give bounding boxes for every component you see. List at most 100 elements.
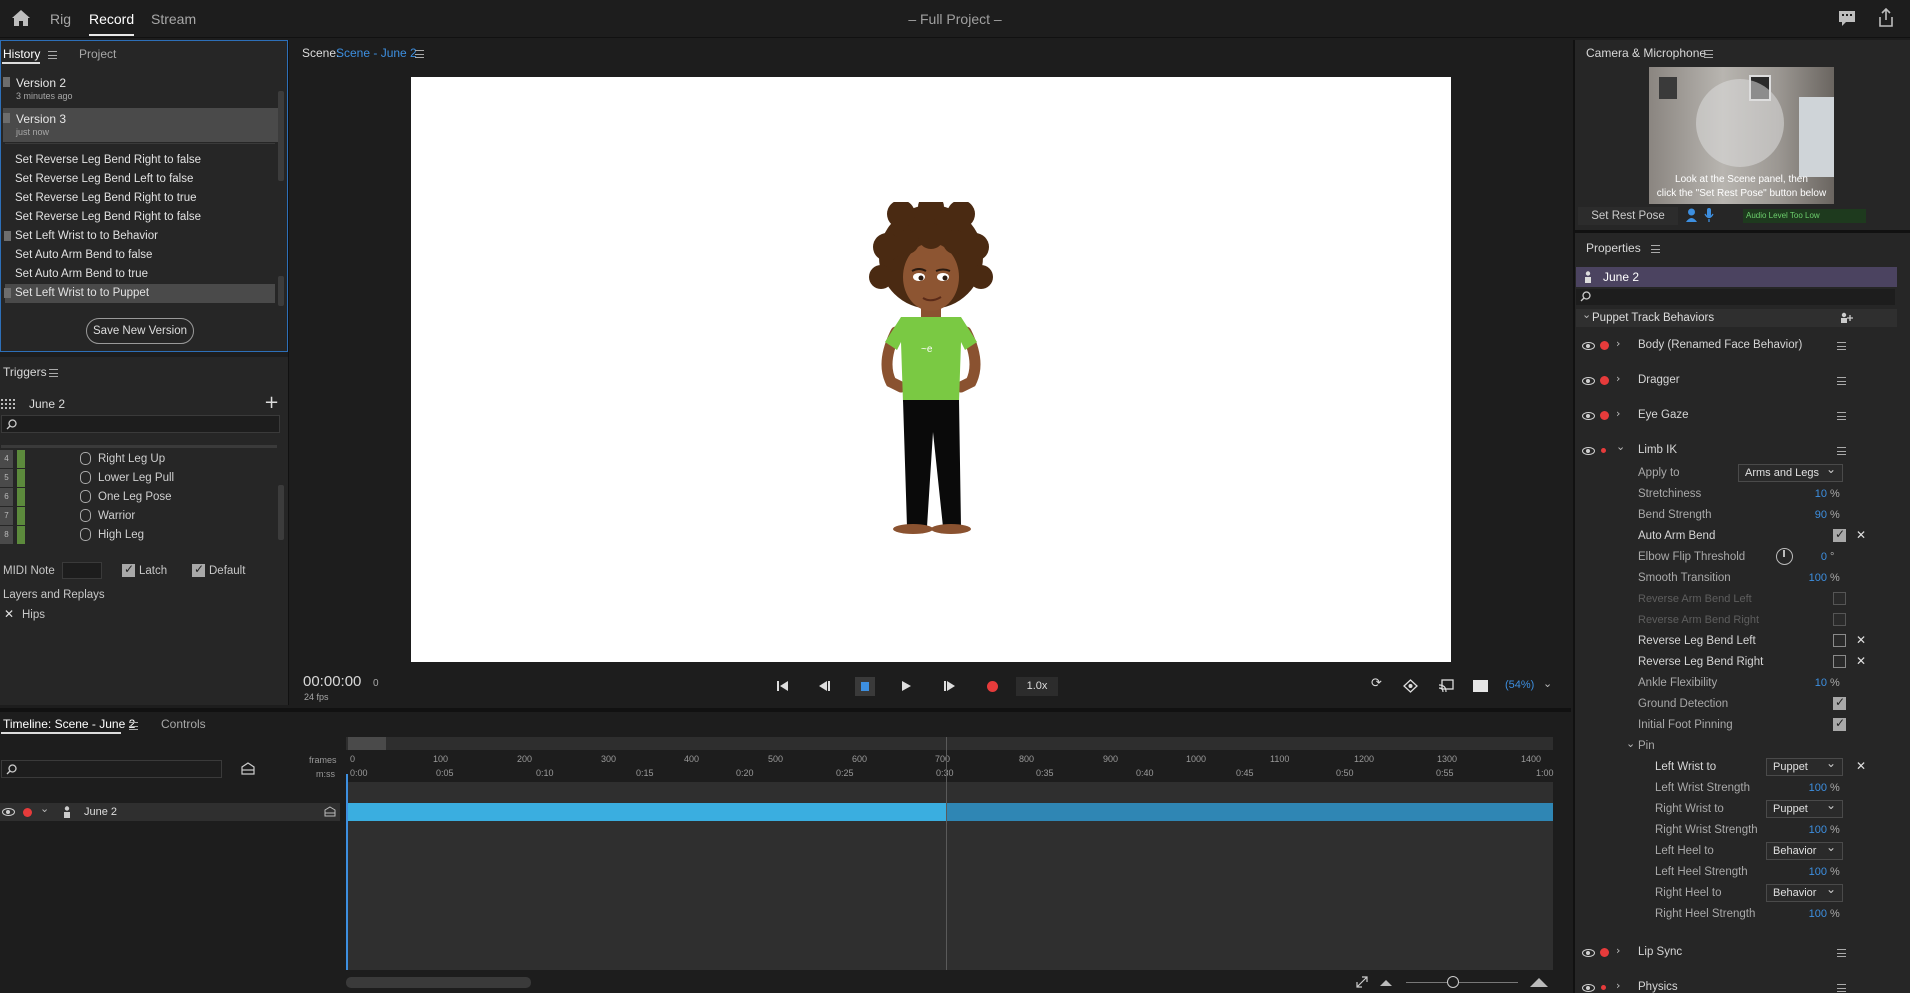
work-area-bar[interactable] xyxy=(346,737,1553,750)
arm-record-dot[interactable] xyxy=(1600,341,1609,350)
camera-menu-icon[interactable] xyxy=(1704,50,1713,58)
arm-record-dot[interactable] xyxy=(1600,376,1609,385)
version-item[interactable]: Version 2 3 minutes ago xyxy=(3,72,278,106)
tab-history[interactable]: History xyxy=(3,47,40,61)
playhead[interactable] xyxy=(346,774,348,970)
collapse-chevron-icon[interactable]: ⌄ xyxy=(1616,440,1625,453)
visibility-eye-icon[interactable] xyxy=(1582,377,1595,385)
history-item[interactable]: Set Auto Arm Bend to true xyxy=(5,265,275,284)
reset-left-wrist-icon[interactable]: ✕ xyxy=(1856,759,1866,773)
apply-to-select[interactable]: Arms and Legs xyxy=(1738,462,1843,482)
stretchiness-value[interactable]: 10 xyxy=(1795,488,1827,500)
puppet-filter-icon[interactable] xyxy=(240,762,256,776)
remove-layer-icon[interactable]: ✕ xyxy=(4,607,14,621)
work-area-handle[interactable] xyxy=(348,737,386,750)
auto-arm-bend-checkbox[interactable] xyxy=(1833,527,1846,542)
ground-detection-checkbox[interactable] xyxy=(1833,695,1846,710)
arm-record-dot[interactable] xyxy=(1600,948,1609,957)
arm-record-dot[interactable] xyxy=(1601,448,1606,453)
reverse-arm-bend-right-checkbox[interactable] xyxy=(1833,613,1846,626)
expand-chevron-icon[interactable]: › xyxy=(1616,979,1620,992)
physics-icon[interactable] xyxy=(1403,679,1418,693)
cast-icon[interactable] xyxy=(1438,679,1454,693)
history-item[interactable]: Set Reverse Leg Bend Left to false xyxy=(5,170,275,189)
add-trigger-icon[interactable]: + xyxy=(264,392,279,413)
midi-note-input[interactable] xyxy=(62,562,102,579)
behavior-menu-icon[interactable] xyxy=(1837,377,1846,385)
left-wrist-select[interactable]: Puppet xyxy=(1766,756,1843,776)
triggers-search-input[interactable] xyxy=(1,415,280,433)
layer-item[interactable]: Hips xyxy=(22,609,45,621)
trigger-item[interactable]: 4 Right Leg Up xyxy=(0,450,278,469)
step-back-icon[interactable] xyxy=(818,680,831,692)
bend-strength-value[interactable]: 90 xyxy=(1795,509,1827,521)
record-button[interactable] xyxy=(987,681,998,692)
history-item[interactable]: Set Reverse Leg Bend Right to false xyxy=(5,151,275,170)
left-heel-strength-value[interactable]: 100 xyxy=(1795,866,1827,878)
visibility-eye-icon[interactable] xyxy=(1582,412,1595,420)
expand-chevron-icon[interactable]: › xyxy=(1616,337,1620,350)
trigger-item[interactable]: 8 High Leg xyxy=(0,526,278,545)
scene-track-bar[interactable] xyxy=(346,803,1553,821)
properties-menu-icon[interactable] xyxy=(1651,245,1660,253)
tab-timeline[interactable]: Timeline: Scene - June 2 xyxy=(3,717,135,731)
history-item-selected[interactable]: Set Left Wrist to to Puppet xyxy=(4,284,275,303)
history-scrollbar-2[interactable] xyxy=(278,276,284,306)
visibility-eye-icon[interactable] xyxy=(1582,342,1595,350)
tab-project[interactable]: Project xyxy=(79,47,116,61)
ankle-flexibility-value[interactable]: 10 xyxy=(1795,677,1827,689)
behavior-row-dragger[interactable]: › Dragger xyxy=(1573,372,1903,390)
expand-chevron-icon[interactable]: › xyxy=(1616,372,1620,385)
reverse-arm-bend-left-checkbox[interactable] xyxy=(1833,592,1846,605)
play-icon[interactable] xyxy=(901,680,912,692)
zoom-in-mountain-icon[interactable] xyxy=(1530,977,1548,987)
expand-chevron-icon[interactable]: › xyxy=(1616,407,1620,420)
left-heel-select[interactable]: Behavior xyxy=(1766,840,1843,860)
expand-chevron-icon[interactable]: ⌄ xyxy=(40,802,49,815)
behavior-row-eye-gaze[interactable]: › Eye Gaze xyxy=(1573,407,1903,425)
reverse-leg-bend-left-checkbox[interactable] xyxy=(1833,634,1846,647)
elbow-flip-value[interactable]: 0 xyxy=(1805,551,1827,563)
smooth-transition-value[interactable]: 100 xyxy=(1795,572,1827,584)
track-header[interactable]: ⌄ June 2 xyxy=(0,802,340,821)
right-wrist-strength-value[interactable]: 100 xyxy=(1795,824,1827,836)
fit-expand-icon[interactable] xyxy=(1356,976,1368,988)
behavior-menu-icon[interactable] xyxy=(1837,412,1846,420)
behavior-row-limb-ik[interactable]: ⌄ Limb IK xyxy=(1573,440,1903,460)
share-icon[interactable] xyxy=(1877,8,1895,28)
step-forward-icon[interactable] xyxy=(943,680,956,692)
history-scrollbar[interactable] xyxy=(278,91,284,181)
reset-reverse-leg-right-icon[interactable]: ✕ xyxy=(1856,654,1866,668)
camera-toggle-icon[interactable] xyxy=(1685,207,1698,223)
pin-collapse-icon[interactable]: ⌄ xyxy=(1626,737,1635,750)
feedback-icon[interactable] xyxy=(1838,10,1856,27)
refresh-icon[interactable]: ⟳ xyxy=(1371,676,1382,691)
default-checkbox[interactable] xyxy=(192,562,205,577)
zoom-level[interactable]: (54%) xyxy=(1505,679,1534,691)
timeline-search-input[interactable] xyxy=(1,760,222,778)
timeline-horizontal-scrollbar[interactable] xyxy=(346,977,531,988)
behavior-row-physics[interactable]: › Physics xyxy=(1573,979,1903,993)
elbow-flip-knob-icon[interactable] xyxy=(1776,548,1793,565)
reset-auto-arm-bend-icon[interactable]: ✕ xyxy=(1856,528,1866,542)
right-wrist-select[interactable]: Puppet xyxy=(1766,798,1843,818)
section-header[interactable]: ⌄ Puppet Track Behaviors xyxy=(1576,308,1897,327)
behavior-menu-icon[interactable] xyxy=(1837,447,1846,455)
history-menu-icon[interactable] xyxy=(48,51,57,59)
right-heel-select[interactable]: Behavior xyxy=(1766,882,1843,902)
tab-controls[interactable]: Controls xyxy=(161,717,206,731)
version-item-selected[interactable]: Version 3 just now xyxy=(3,108,278,142)
scene-canvas[interactable]: ~e xyxy=(411,77,1451,662)
behavior-row-body[interactable]: › Body (Renamed Face Behavior) xyxy=(1573,337,1903,355)
track-options-icon[interactable] xyxy=(324,806,336,817)
history-item[interactable]: Set Reverse Leg Bend Right to false xyxy=(5,208,275,227)
reverse-leg-bend-right-checkbox[interactable] xyxy=(1833,655,1846,668)
add-behavior-icon[interactable] xyxy=(1840,312,1853,324)
visibility-eye-icon[interactable] xyxy=(1582,984,1595,992)
timeline-menu-icon[interactable] xyxy=(129,722,138,730)
arm-record-dot[interactable] xyxy=(23,808,32,817)
trigger-item[interactable]: 7 Warrior xyxy=(0,507,278,526)
triggers-menu-icon[interactable] xyxy=(49,369,58,377)
reset-reverse-leg-left-icon[interactable]: ✕ xyxy=(1856,633,1866,647)
zoom-out-mountain-icon[interactable] xyxy=(1380,979,1392,986)
